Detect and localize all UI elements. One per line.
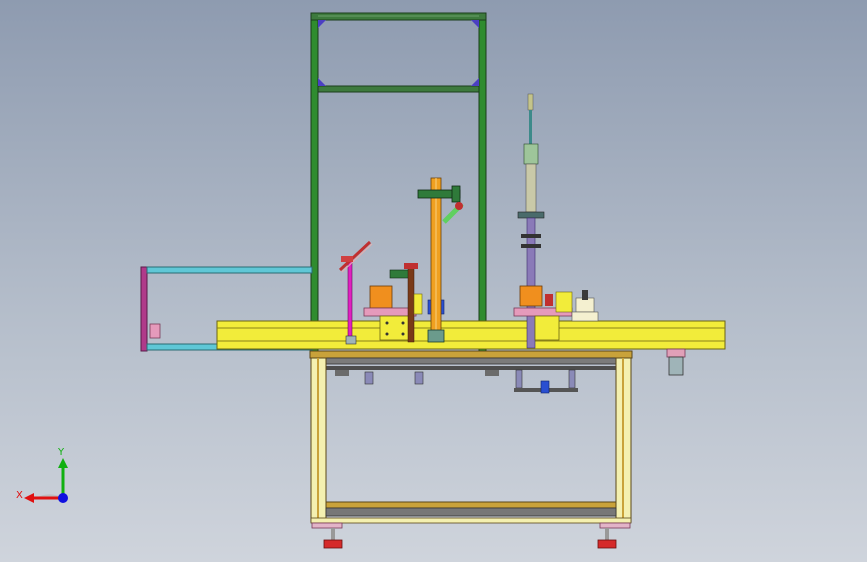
x-axis-label: X [16, 490, 23, 501]
yellow-rail [216, 320, 726, 350]
table-legs [310, 357, 632, 549]
upper-frame [310, 12, 487, 353]
table-top [309, 350, 633, 370]
orange-column [417, 177, 464, 343]
cad-viewport[interactable]: Y X [0, 0, 867, 562]
assembly-drawing: Y X [16, 12, 726, 549]
y-axis-label: Y [57, 447, 65, 458]
z-axis-dot-icon [58, 493, 68, 503]
axis-triad: Y X [16, 447, 68, 503]
